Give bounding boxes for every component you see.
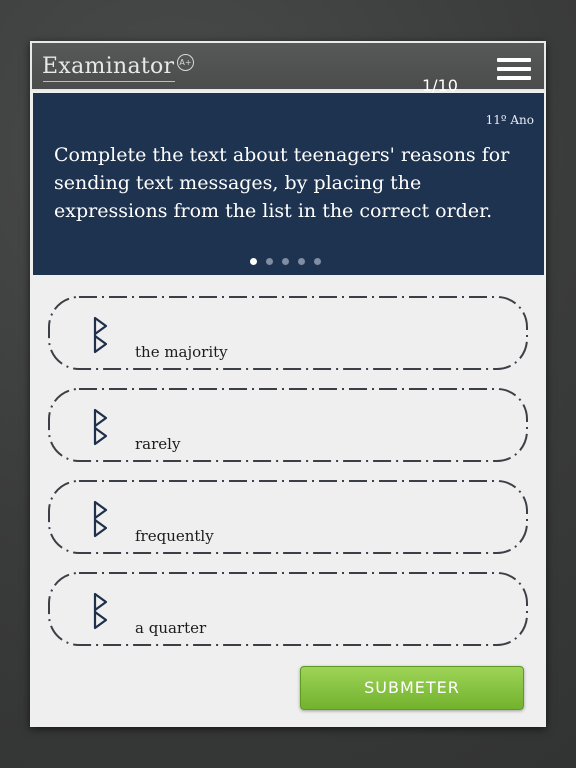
app-header: Examinator A+ 1/10 xyxy=(30,41,546,95)
page-dot[interactable] xyxy=(282,258,289,265)
item-label: frequently xyxy=(135,527,214,545)
item-label: the majority xyxy=(135,343,228,361)
drag-handle-icon[interactable] xyxy=(92,314,110,356)
sortable-item[interactable]: rarely xyxy=(47,385,529,465)
drag-handle-icon[interactable] xyxy=(92,590,110,632)
page-dot-active[interactable] xyxy=(250,258,257,265)
submit-button[interactable]: SUBMETER xyxy=(300,666,524,710)
question-text: Complete the text about teenagers' reaso… xyxy=(54,144,510,222)
page-indicator xyxy=(250,250,330,265)
sortable-item[interactable]: frequently xyxy=(47,477,529,557)
hamburger-menu-icon[interactable] xyxy=(497,56,533,82)
quiz-card: Examinator A+ 1/10 11º Ano Complete the … xyxy=(30,41,546,727)
drag-handle-icon[interactable] xyxy=(92,498,110,540)
grade-label: 11º Ano xyxy=(485,113,534,127)
grade-badge-icon: A+ xyxy=(177,54,194,71)
page-dot[interactable] xyxy=(266,258,273,265)
page-dot[interactable] xyxy=(298,258,305,265)
dashed-border xyxy=(48,572,528,646)
item-label: a quarter xyxy=(135,619,207,637)
logo-underline xyxy=(43,81,175,82)
sortable-item[interactable]: a quarter xyxy=(47,569,529,649)
question-panel: 11º Ano Complete the text about teenager… xyxy=(33,93,544,275)
app-logo: Examinator xyxy=(42,54,175,79)
page-dot[interactable] xyxy=(314,258,321,265)
sortable-item[interactable]: the majority xyxy=(47,293,529,373)
drag-handle-icon[interactable] xyxy=(92,406,110,448)
dashed-border xyxy=(48,388,528,462)
dashed-border xyxy=(48,480,528,554)
item-label: rarely xyxy=(135,435,181,453)
dashed-border xyxy=(48,296,528,370)
